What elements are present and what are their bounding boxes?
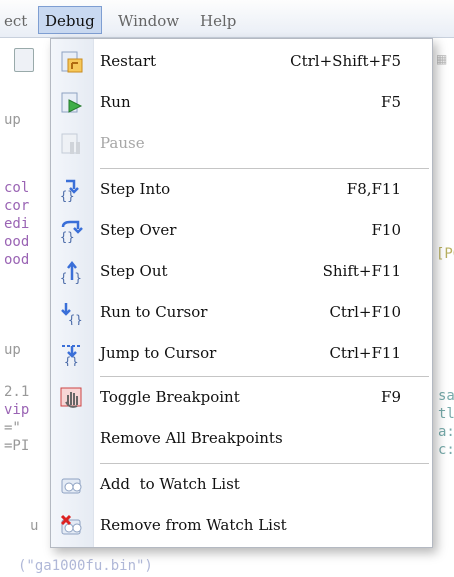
menu-item-label: Remove All Breakpoints: [100, 429, 283, 447]
menu-item-run-to-cursor[interactable]: {} Run to Cursor Ctrl+F10: [51, 292, 432, 332]
menu-item-jump-to-cursor[interactable]: {} Jump to Cursor Ctrl+F11: [51, 333, 432, 373]
menu-help[interactable]: Help: [200, 12, 236, 30]
menu-item-label: Step Out: [100, 262, 168, 280]
editor-line: 2.1: [4, 384, 30, 400]
menu-item-label: Restart: [100, 52, 157, 70]
menu-item-step-over[interactable]: {} Step Over F10: [51, 210, 432, 250]
editor-line: ood: [4, 252, 30, 268]
menu-item-step-into[interactable]: {} Step Into F8,F11: [51, 169, 432, 209]
menu-item-label: Pause: [100, 134, 145, 152]
menu-item-step-out[interactable]: { } Step Out Shift+F11: [51, 251, 432, 291]
editor-line: =PI: [4, 438, 30, 454]
menu-item-shortcut: F10: [371, 221, 402, 239]
menu-item-pause[interactable]: Pause: [51, 123, 432, 163]
menu-item-label: Remove from Watch List: [100, 516, 287, 534]
menu-item-toggle-breakpoint[interactable]: Toggle Breakpoint F9: [51, 377, 432, 417]
menu-item-shortcut: F5: [381, 93, 401, 111]
editor-line: up: [4, 112, 21, 128]
step-over-icon: {}: [60, 219, 84, 244]
menu-item-remove-from-watch-list[interactable]: Remove from Watch List: [51, 505, 432, 545]
editor-line: sa: [438, 388, 454, 404]
menu-item-label: Add to Watch List: [100, 475, 240, 493]
restart-icon: [60, 50, 84, 74]
toolbar-button[interactable]: [14, 48, 34, 72]
step-out-icon: { }: [60, 260, 84, 285]
editor-line: u: [30, 518, 39, 534]
breakpoint-hand-icon: [60, 386, 84, 410]
editor-line: vip: [4, 402, 30, 418]
run-icon: [60, 91, 84, 115]
menu-item-shortcut: Ctrl+F11: [329, 344, 401, 362]
editor-line: col: [4, 180, 30, 196]
menu-item-shortcut: Shift+F11: [322, 262, 401, 280]
jump-to-cursor-icon: {}: [60, 342, 84, 369]
svg-text:{}: {}: [60, 230, 74, 243]
editor-line: edi: [4, 216, 30, 232]
menu-item-shortcut: F8,F11: [346, 180, 401, 198]
menu-item-restart[interactable]: Restart Ctrl+Shift+F5: [51, 41, 432, 81]
menu-project[interactable]: ect: [4, 12, 27, 30]
debug-menu: Restart Ctrl+Shift+F5 Run F5 Pause {} St…: [50, 38, 433, 548]
menu-item-remove-all-breakpoints[interactable]: Remove All Breakpoints: [51, 418, 432, 458]
toolbar-icon[interactable]: ▦: [436, 52, 447, 66]
svg-text:{}: {}: [64, 355, 78, 366]
menu-item-label: Run: [100, 93, 131, 111]
menu-item-label: Toggle Breakpoint: [100, 388, 240, 406]
menu-item-label: Step Into: [100, 180, 171, 198]
menu-item-shortcut: Ctrl+Shift+F5: [290, 52, 401, 70]
editor-line: tl: [438, 406, 454, 422]
menu-item-label: Run to Cursor: [100, 303, 208, 321]
run-to-cursor-icon: {}: [60, 301, 84, 327]
menu-item-add-to-watch-list[interactable]: Add to Watch List: [51, 464, 432, 504]
svg-text:{}: {}: [68, 313, 82, 325]
menu-item-label: Jump to Cursor: [100, 344, 217, 362]
editor-line: =": [4, 420, 21, 436]
editor-line: ("ga1000fu.bin"): [18, 558, 153, 574]
editor-line: cor: [4, 198, 30, 214]
editor-line: [PG: [436, 246, 454, 262]
menu-item-shortcut: Ctrl+F10: [329, 303, 401, 321]
editor-line: c:: [438, 442, 454, 458]
menu-window[interactable]: Window: [118, 12, 179, 30]
pause-icon: [60, 132, 84, 156]
menu-item-run[interactable]: Run F5: [51, 82, 432, 122]
menu-bar: ect Debug Window Help: [0, 0, 454, 38]
editor-line: ood: [4, 234, 30, 250]
editor-line: up: [4, 342, 21, 358]
editor-line: a:: [438, 424, 454, 440]
step-into-icon: {}: [60, 178, 84, 203]
menu-item-label: Step Over: [100, 221, 177, 239]
menu-item-shortcut: F9: [381, 388, 401, 406]
menu-debug[interactable]: Debug: [38, 6, 102, 34]
add-watch-icon: [60, 473, 84, 497]
remove-watch-icon: [60, 514, 84, 538]
